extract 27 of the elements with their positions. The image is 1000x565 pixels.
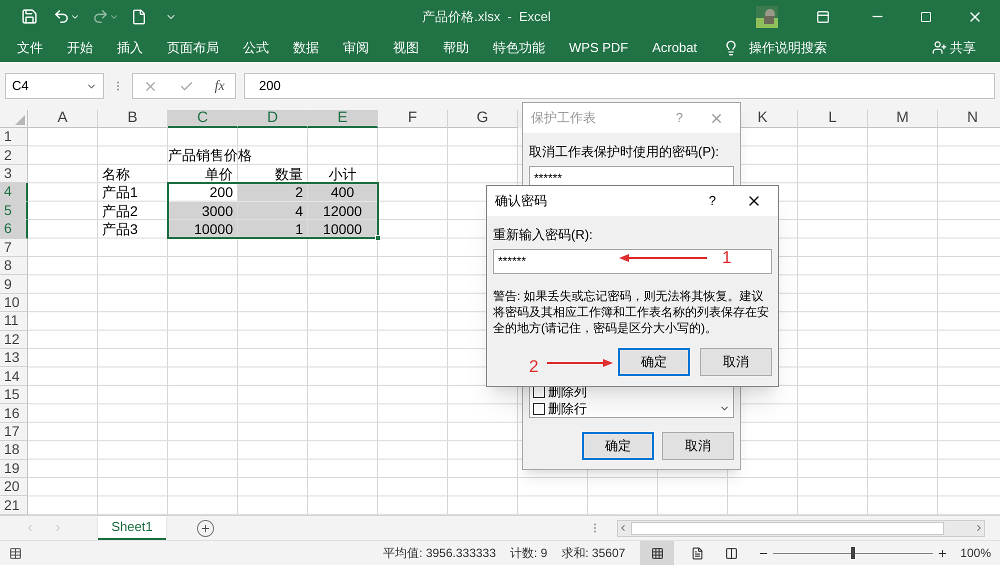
table-cell-text: 名称 [101, 164, 131, 182]
dialog-title: 保护工作表 [531, 109, 597, 128]
sum-readout: 求和: 35607 [561, 545, 626, 562]
table-cell: 12000 [308, 202, 377, 220]
password-label: 取消工作表保护时使用的密码(P): [529, 143, 720, 161]
table-cell: 10000 [308, 220, 377, 238]
table-cell-text: 小计 [328, 164, 358, 182]
table-cell: 3000 [168, 202, 237, 220]
table-cell: 2 [238, 183, 307, 201]
password-label: 重新输入密码(R): [493, 226, 594, 244]
table-cell: 1 [238, 220, 307, 238]
table-cell-text: 产品3 [101, 220, 139, 238]
table-cell: 4 [238, 202, 307, 220]
count-readout: 计数: 9 [510, 545, 548, 562]
table-cell-text: 200 [208, 183, 234, 201]
table-cell-text: 数量 [274, 164, 304, 182]
annotation-number: 2 [529, 356, 538, 378]
average-readout: 平均值: 3956.333333 [383, 545, 496, 562]
window-title: 产品价格.xlsx - Excel [422, 8, 551, 26]
table-cell: 400 [308, 183, 377, 201]
table-cell-text: 产品2 [101, 202, 139, 220]
annotation-number: 1 [722, 247, 732, 269]
table-cell-text: 产品1 [101, 183, 139, 201]
table-cell-text: 单价 [204, 164, 234, 182]
table-cell-text: 产品销售价格 [168, 146, 253, 164]
table-cell: 10000 [168, 220, 237, 238]
warning-text: 警告: 如果丢失或忘记密码，则无法将其恢复。建议将密码及其相应工作簿和工作表名称的列表保存在安全的地方(请记住，密码是区分大小写的)。 [493, 288, 770, 336]
